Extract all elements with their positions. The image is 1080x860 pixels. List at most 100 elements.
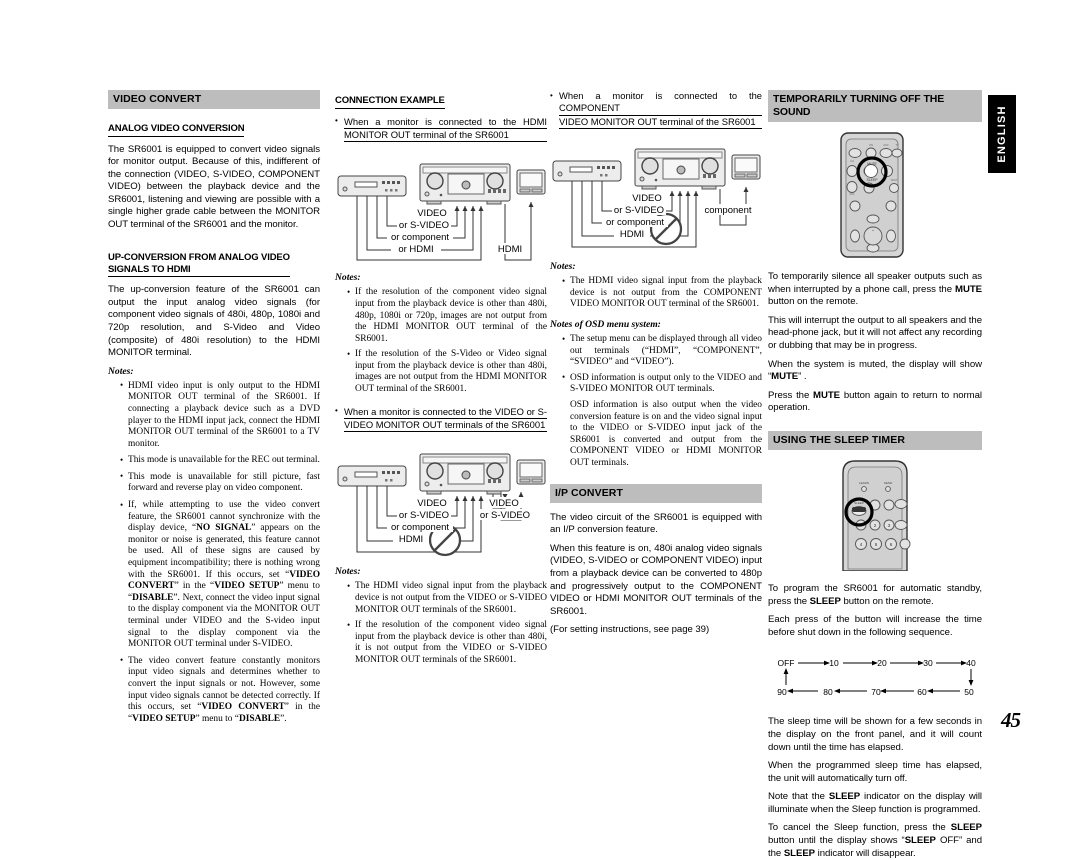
remote-label-sleep: SLEEP [867,178,879,182]
playback-device-icon [552,160,622,182]
diagram-label-svideo: or S-VIDEO [399,220,449,231]
seq-bottom-3: 60 [917,687,927,697]
receiver-icon [634,148,726,190]
subheading-up-conversion-line2: SIGNALS TO HDMI [108,263,191,275]
notes-label: Notes: [550,261,576,273]
diagram-label-video: VIDEO [417,498,447,509]
note-item: The HDMI video signal input from the pla… [562,276,762,311]
svg-text:TV: TV [895,143,899,147]
note-item: The video convert feature constantly mon… [120,655,320,726]
playback-device-icon [337,175,407,197]
note-item: If the resolution of the S-Video or Vide… [347,349,547,395]
diagram-label-component: or component [391,232,449,243]
svg-text:5: 5 [875,542,878,547]
diagram-label-svideo: or S-VIDEO [399,510,449,521]
notes-label: Notes: [335,272,361,284]
svg-text:ON: ON [869,143,873,147]
svg-text:TEST: TEST [891,178,898,182]
diagram-label-hdmi: or HDMI [398,244,433,255]
svg-text:VOL: VOL [849,192,855,196]
diagram-label-svideo: or S-VIDEO [614,205,664,216]
subheading-analog-video-conversion: ANALOG VIDEO CONVERSION [108,123,245,137]
remote-label-learn: LEARN [859,481,869,485]
connection-item-component: When a monitor is connected to the COMPO… [550,89,762,130]
section-header-temporarily-turning-off-sound: TEMPORARILY TURNING OFF THE SOUND [768,90,982,122]
note-item: HDMI video input is only output to the H… [120,380,320,451]
svg-text:3: 3 [888,523,891,528]
sleep-sequence-svg: OFF 10 20 30 40 90 80 70 60 50 [777,658,976,697]
paragraph-ip-convert-2: When this feature is on, 480i analog vid… [550,542,762,617]
seq-bottom-4: 50 [964,687,974,697]
section-header-connection-example: CONNECTION EXAMPLE [335,95,445,109]
subheading-up-conversion: UP-CONVERSION FROM ANALOG VIDEO SIGNALS … [108,252,290,278]
sleep-sequence-diagram: OFF 10 20 30 40 90 80 70 60 50 [768,653,982,706]
connection-item-component-line2: VIDEO MONITOR OUT terminal of the SR6001 [559,116,762,130]
svg-text:2: 2 [874,523,877,528]
diagram-label-hdmi: HDMI [620,229,644,240]
connection-item-video-svideo: When a monitor is connected to the VIDEO… [335,405,547,433]
monitor-icon [516,459,546,485]
diagram-label-component: or component [606,217,664,228]
seq-bottom-0: 90 [777,687,787,697]
playback-device-icon [337,465,407,487]
notes-label: Notes: [108,365,134,377]
remote-sleep-illustration: LEARN SEND SLEEP 2 3 4 5 6 [768,459,982,571]
seq-top-3: 30 [923,658,933,668]
notes-list-video-svideo: The HDMI video signal input from the pla… [335,581,547,666]
page-number: 45 [1001,708,1021,732]
subheading-up-conversion-line1: UP-CONVERSION FROM ANALOG VIDEO [108,251,290,263]
notes-label-osd: Notes of OSD menu system: [550,319,661,330]
language-tab-english: ENGLISH [988,95,1016,173]
seq-top-2: 20 [877,658,887,668]
note-item: This mode is unavailable for the REC out… [120,455,320,467]
section-header-video-convert: VIDEO CONVERT [108,90,320,109]
note-item: This mode is unavailable for still pictu… [120,471,320,495]
column-connection-example: CONNECTION EXAMPLE When a monitor is con… [335,90,547,671]
paragraph-mute-2: This will interrupt the output to all sp… [768,314,982,351]
notes-list-video-convert: HDMI video input is only output to the H… [108,380,320,726]
remote-label-sleep: SLEEP [854,501,864,505]
note-item: OSD information is output only to the VI… [562,372,762,470]
note-item: If the resolution of the component video… [347,620,547,666]
note-item: If the resolution of the component video… [347,287,547,345]
column-component-and-ip-convert: When a monitor is connected to the COMPO… [550,89,762,637]
notes-list-hdmi: If the resolution of the component video… [335,287,547,395]
diagram-hdmi-connection-svg: VIDEO or S-VIDEO or component or HDMI HD… [337,163,546,261]
section-header-using-sleep-timer: USING THE SLEEP TIMER [768,430,982,450]
connection-item-video-svideo-line1: When a monitor is connected to the VIDEO… [344,406,547,420]
notes-list-component: The HDMI video signal input from the pla… [550,276,762,311]
seq-top-1: 10 [829,658,839,668]
diagram-component-svg: VIDEO or S-VIDEO or component HDMI compo… [552,148,761,248]
diagram-hdmi-connection: VIDEO or S-VIDEO or component or HDMI HD… [335,148,547,266]
svg-text:▲: ▲ [872,229,875,232]
remote-label-mute: MUTE [867,162,877,166]
paragraph-analog-video-conversion: The SR6001 is equipped to convert video … [108,143,320,231]
diagram-label-component-out: component [704,205,751,216]
seq-bottom-1: 80 [823,687,833,697]
remote-mute-illustration: MUTE SLEEP ON AUX TV CH VOL TEST ▲ [768,131,982,259]
column-video-convert: VIDEO CONVERT ANALOG VIDEO CONVERSION Th… [108,90,320,730]
diagram-label-hdmi-out: HDMI [498,244,522,255]
paragraph-sleep-6: To cancel the Sleep function, press the … [768,822,983,859]
paragraph-ip-convert-3: (For setting instructions, see page 39) [550,624,710,636]
paragraph-sleep-4: When the programmed sleep time has elaps… [768,760,982,784]
paragraph-mute-3: When the system is muted, the display wi… [768,358,982,383]
connection-item-video-svideo-line2: VIDEO MONITOR OUT terminals of the SR600… [344,419,547,433]
seq-bottom-2: 70 [871,687,881,697]
receiver-icon [419,163,511,205]
svg-text:4: 4 [860,542,863,547]
diagram-label-video: VIDEO [417,208,447,219]
note-item-extra: OSD information is also output when the … [570,399,762,468]
paragraph-mute-4: Press the MUTE button again to return to… [768,389,982,414]
paragraph-sleep-5: Note that the SLEEP indicator on the dis… [768,791,982,815]
connection-item-hdmi-line1: When a monitor is connected to the HDMI [344,116,547,129]
svg-text:AUX: AUX [883,143,889,147]
paragraph-up-conversion: The up-conversion feature of the SR6001 … [108,284,320,359]
note-item-text: OSD information is output only to the VI… [570,372,762,395]
diagram-label-svideo-out: or S-VIDEO [480,510,530,521]
section-header-ip-convert: I/P CONVERT [550,483,762,503]
svg-text:CH: CH [850,159,854,163]
diagram-video-svideo-connection: VIDEO or S-VIDEO or component HDMI VIDEO… [335,438,547,560]
note-item: The HDMI video signal input from the pla… [347,581,547,616]
paragraph-mute-1: To temporarily silence all speaker outpu… [768,271,982,308]
